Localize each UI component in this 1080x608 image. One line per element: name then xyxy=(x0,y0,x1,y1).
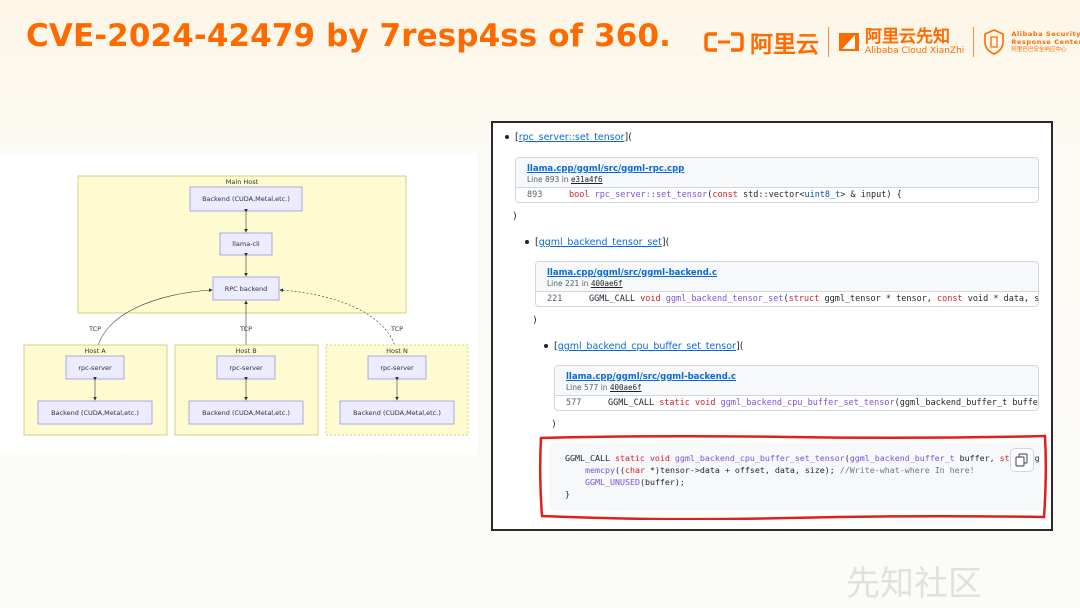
asrc-logo: Alibaba Security Response Center 阿里巴巴安全响… xyxy=(983,29,1080,55)
host-b-server-label: rpc-server xyxy=(229,364,263,372)
item-2-heading: [ggml_backend_tensor_set]( xyxy=(535,237,670,248)
card-3-code-pre: GGML_CALL xyxy=(608,398,660,408)
card-2-kw-const: const xyxy=(937,294,963,304)
watermark: 先知社区 xyxy=(846,564,982,604)
card-2-header: llama.cpp/ggml/src/ggml-backend.c Line 2… xyxy=(536,262,1038,292)
item-2-close: ) xyxy=(533,315,537,326)
card-3-line-number: 577 xyxy=(566,398,582,408)
ggml-backend-cpu-buffer-set-tensor-link[interactable]: ggml_backend_cpu_buffer_set_tensor xyxy=(558,341,736,352)
card-1-fn: rpc_server::set_tensor xyxy=(594,190,708,200)
host-n-label: Host N xyxy=(386,347,408,355)
main-host-label: Main Host xyxy=(226,178,259,186)
code-card-1: llama.cpp/ggml/src/ggml-rpc.cpp Line 893… xyxy=(515,157,1039,203)
card-3-fn: ggml_backend_cpu_buffer_set_tensor xyxy=(720,398,895,408)
card-3-kw-void: void xyxy=(695,398,716,408)
asrc-line-2: Response Center xyxy=(1011,38,1080,46)
card-3-code-a: (ggml_backend_buffer_t buffer, xyxy=(894,398,1039,408)
xianzhi-en-text: Alibaba Cloud XianZhi xyxy=(865,45,965,56)
llama-cli-label: llama-cli xyxy=(232,240,260,248)
card-1-line-info: Line 893 in e31a4f6 xyxy=(527,175,1038,185)
logo-divider xyxy=(828,27,829,57)
xianzhi-logo: 阿里云先知 Alibaba Cloud XianZhi xyxy=(838,28,964,57)
architecture-diagram: Main Host Backend (CUDA,Metal,etc.) llam… xyxy=(0,153,477,455)
item-1-close: ) xyxy=(513,211,517,222)
card-2-code-c: void * data, size xyxy=(967,294,1039,304)
card-1-header: llama.cpp/ggml/src/ggml-rpc.cpp Line 893… xyxy=(516,158,1038,188)
item-3-heading: [ggml_backend_cpu_buffer_set_tensor]( xyxy=(554,341,744,352)
card-2-code-pre: GGML_CALL xyxy=(589,294,641,304)
card-3-line-prefix: Line 577 in xyxy=(566,383,608,392)
asrc-line-3: 阿里巴巴安全响应中心 xyxy=(1011,47,1067,53)
rpc-server-set-tensor-link[interactable]: rpc_server::set_tensor xyxy=(519,132,625,143)
card-2-path[interactable]: llama.cpp/ggml/src/ggml-backend.c xyxy=(547,268,1038,279)
asrc-line-1: Alibaba Security xyxy=(1011,30,1080,38)
card-3-path[interactable]: llama.cpp/ggml/src/ggml-backend.c xyxy=(566,372,1038,383)
item-2-suffix: ( xyxy=(665,237,670,248)
host-n-server-label: rpc-server xyxy=(380,364,414,372)
card-1-kw-const: const xyxy=(712,190,738,200)
card-2-kw-struct: struct xyxy=(788,294,820,304)
aliyun-logo-text: 阿里云 xyxy=(750,32,819,58)
card-1-code-b: std::vector< xyxy=(737,190,805,200)
code-card-3: llama.cpp/ggml/src/ggml-backend.c Line 5… xyxy=(554,365,1039,411)
aliyun-logo: 阿里云 xyxy=(704,25,819,59)
rpc-backend-label: RPC backend xyxy=(225,285,268,293)
item-3-close: ) xyxy=(552,419,556,430)
bullet-2 xyxy=(525,240,529,244)
shield-icon xyxy=(984,29,1005,55)
card-1-commit-link[interactable]: e31a4f6 xyxy=(571,175,603,184)
item-1-suffix: ( xyxy=(628,132,632,143)
tcp-label-a: TCP xyxy=(88,325,101,333)
main-backend-label: Backend (CUDA,Metal,etc.) xyxy=(202,195,290,203)
card-2-line-number: 221 xyxy=(547,294,563,304)
card-2-commit-link[interactable]: 400ae6f xyxy=(591,279,623,288)
aliyun-mark-icon xyxy=(704,31,744,53)
card-1-line-number: 893 xyxy=(527,190,543,200)
bullet-3 xyxy=(544,344,548,348)
card-1-line-prefix: Line 893 in xyxy=(527,175,569,184)
host-a-server-label: rpc-server xyxy=(78,364,112,372)
card-1-type: uint8_t xyxy=(804,190,841,200)
code-card-2: llama.cpp/ggml/src/ggml-backend.c Line 2… xyxy=(535,261,1039,307)
card-3-kw-static: static xyxy=(659,398,690,408)
host-b-label: Host B xyxy=(235,347,256,355)
card-2-fn: ggml_backend_tensor_set xyxy=(665,294,784,304)
host-b-backend-label: Backend (CUDA,Metal,etc.) xyxy=(202,409,290,417)
item-1-heading: [rpc_server::set_tensor]( xyxy=(515,132,632,143)
card-1-kw-bool: bool xyxy=(569,190,590,200)
card-2-code-line: 221 GGML_CALL void ggml_backend_tensor_se… xyxy=(536,292,1038,306)
host-n-backend-label: Backend (CUDA,Metal,etc.) xyxy=(353,409,441,417)
xianzhi-mark-icon xyxy=(839,33,859,51)
host-a-backend-label: Backend (CUDA,Metal,etc.) xyxy=(51,409,139,417)
ggml-backend-tensor-set-link[interactable]: ggml_backend_tensor_set xyxy=(539,237,662,248)
logo-divider-2 xyxy=(973,27,975,57)
card-3-line-info: Line 577 in 400ae6f xyxy=(566,383,1038,393)
card-1-code-line: 893 bool rpc_server::set_tensor(const std… xyxy=(516,188,1038,202)
card-1-code-c: > & input) { xyxy=(840,190,902,200)
slide: CVE-2024-42479 by 7resp4ss of 360. 阿里云 阿… xyxy=(0,0,1080,608)
tcp-label-b: TCP xyxy=(239,325,252,333)
xianzhi-cn-text: 阿里云先知 xyxy=(865,26,950,47)
card-3-code-line: 577 GGML_CALL static void ggml_backend_cp… xyxy=(555,396,1038,410)
card-2-line-info: Line 221 in 400ae6f xyxy=(547,279,1038,289)
item-3-suffix: ( xyxy=(739,341,744,352)
card-2-line-prefix: Line 221 in xyxy=(547,279,589,288)
host-a-label: Host A xyxy=(84,347,106,355)
card-2-kw-void: void xyxy=(640,294,661,304)
card-2-code-b: ggml_tensor * tensor, xyxy=(819,294,938,304)
card-1-path[interactable]: llama.cpp/ggml/src/ggml-rpc.cpp xyxy=(527,164,1038,175)
card-3-header: llama.cpp/ggml/src/ggml-backend.c Line 5… xyxy=(555,366,1038,396)
partner-logos: 阿里云 阿里云先知 Alibaba Cloud XianZhi Alibaba … xyxy=(704,22,1080,62)
tcp-label-n: TCP xyxy=(390,325,403,333)
bullet-1 xyxy=(505,135,509,139)
card-3-commit-link[interactable]: 400ae6f xyxy=(610,383,642,392)
red-highlight-box xyxy=(538,434,1048,520)
slide-title: CVE-2024-42479 by 7resp4ss of 360. xyxy=(26,18,672,54)
